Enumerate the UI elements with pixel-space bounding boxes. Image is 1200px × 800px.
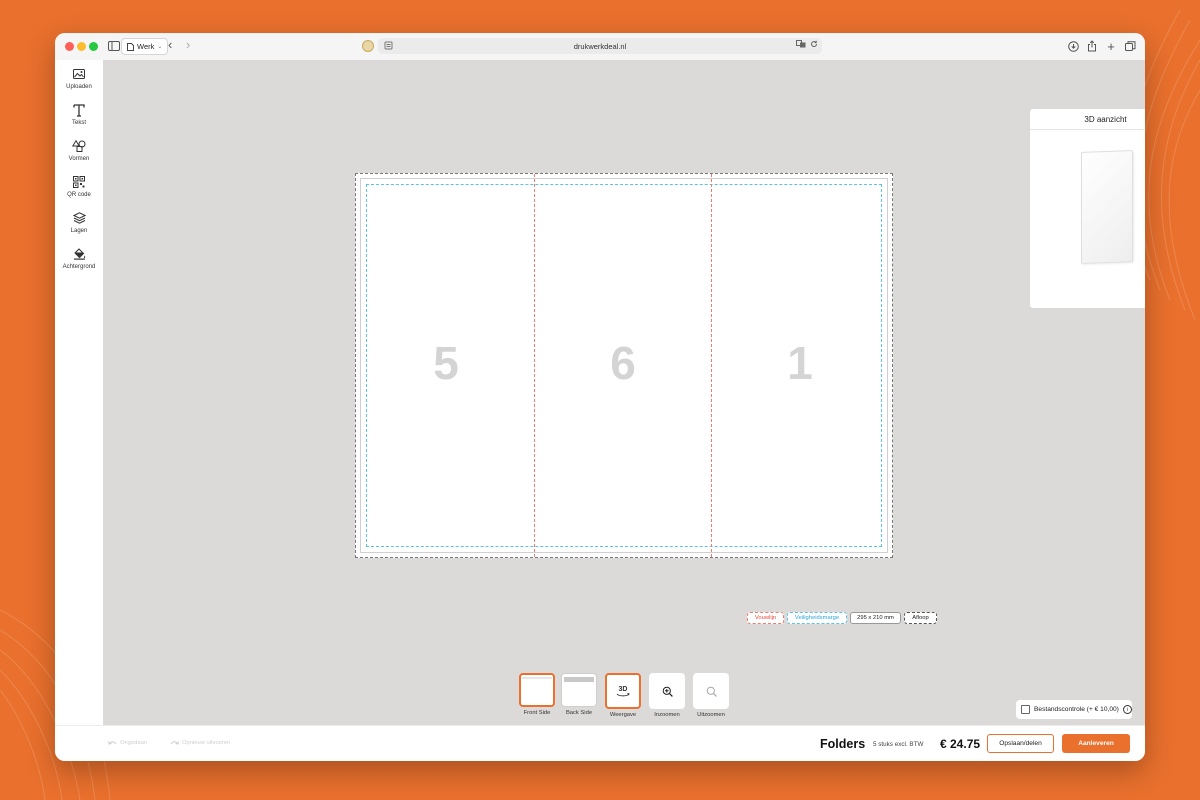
site-favicon-icon	[362, 40, 374, 52]
editor-content: Uploaden Tekst Vormen QR code Lagen Acht…	[55, 60, 1145, 761]
zoom-in-icon	[662, 686, 673, 697]
tool-label: QR code	[67, 192, 91, 198]
maximize-window-button[interactable]	[89, 42, 98, 51]
info-icon[interactable]: i	[1122, 705, 1132, 714]
redo-label: Opnieuw uitvoeren	[182, 740, 231, 746]
fold-line	[534, 174, 535, 557]
zoom-in-button[interactable]: Inzoomen	[649, 673, 685, 718]
undo-label: Ongedaan	[120, 740, 148, 746]
back-side-button[interactable]: Back Side	[561, 673, 597, 716]
zoom-in-label: Inzoomen	[654, 712, 680, 718]
3d-view-icon: 3D	[616, 686, 630, 697]
translate-icon[interactable]	[796, 40, 806, 48]
legend-fold-line: Vouwlijn	[747, 612, 784, 624]
price: € 24.75	[940, 737, 981, 751]
page-icon	[127, 42, 134, 51]
paint-bucket-icon	[72, 247, 86, 261]
undo-button[interactable]: Ongedaan	[108, 740, 147, 746]
legend-bleed: Afloop	[904, 612, 937, 624]
layers-icon	[72, 211, 86, 225]
tool-label: Vormen	[68, 156, 90, 162]
shapes-icon	[72, 139, 86, 153]
folder-sheet[interactable]: 5 6 1	[355, 173, 893, 558]
text-icon	[72, 103, 86, 117]
zoom-out-control[interactable]	[693, 673, 729, 709]
design-canvas[interactable]: 5 6 1 Vouwlijn Veiligheidsmarge 295 x 21…	[103, 60, 1145, 726]
undo-icon	[108, 741, 117, 745]
front-side-button[interactable]: Front Side	[519, 673, 555, 716]
tab-group-selector[interactable]: Werk ⌄	[121, 38, 169, 55]
reload-icon[interactable]	[810, 40, 818, 48]
product-name: Folders	[820, 737, 866, 751]
tab-overview-icon[interactable]	[1123, 39, 1137, 53]
tool-qr-code[interactable]: QR code	[55, 175, 103, 198]
tool-label: Achtergrond	[62, 264, 96, 270]
view-label: Weergave	[609, 712, 637, 718]
tool-text[interactable]: Tekst	[55, 103, 103, 126]
legend-safety-margin: Veiligheidsmarge	[787, 612, 847, 624]
zoom-in-control[interactable]	[649, 673, 685, 709]
save-share-button[interactable]: Opslaan/delen	[987, 734, 1054, 753]
panel-number: 1	[787, 337, 813, 389]
address-text: drukwerkdeal.nl	[573, 41, 627, 51]
tool-upload[interactable]: Uploaden	[55, 67, 103, 90]
browser-window: Werk ⌄ ‹ › drukwerkdeal.nl + Uploaden Te…	[55, 33, 1145, 761]
image-upload-icon	[72, 67, 86, 81]
download-icon[interactable]	[1066, 39, 1080, 53]
deliver-button[interactable]: Aanleveren	[1062, 734, 1130, 753]
back-side-label: Back Side	[565, 710, 593, 716]
3d-preview-title: 3D aanzicht	[1030, 109, 1145, 130]
chevron-down-icon: ⌄	[157, 44, 163, 50]
file-check-label: Bestandscontrole (+ € 10,00)	[1034, 706, 1119, 713]
tool-sidebar: Uploaden Tekst Vormen QR code Lagen Acht…	[55, 60, 104, 726]
tool-label: Tekst	[71, 120, 86, 126]
qr-code-icon	[72, 175, 86, 189]
quantity-info: 5 stuks excl. BTW	[873, 741, 924, 748]
tool-label: Lagen	[70, 228, 88, 234]
forward-arrow-icon[interactable]: ›	[186, 37, 190, 52]
zoom-out-button[interactable]: Uitzoomen	[693, 673, 729, 718]
front-side-label: Front Side	[523, 710, 551, 716]
tool-background[interactable]: Achtergrond	[55, 247, 103, 270]
legend-size: 295 x 210 mm	[850, 612, 901, 624]
3d-preview-sheet	[1081, 150, 1133, 264]
file-check-checkbox[interactable]	[1021, 705, 1030, 714]
minimize-window-button[interactable]	[77, 42, 86, 51]
3d-preview-panel: 3D aanzicht	[1029, 108, 1145, 309]
page-settings-icon[interactable]	[384, 41, 393, 50]
browser-titlebar: Werk ⌄ ‹ › drukwerkdeal.nl +	[55, 33, 1145, 61]
tool-shapes[interactable]: Vormen	[55, 139, 103, 162]
tool-label: Uploaden	[66, 84, 92, 90]
sidebar-toggle-icon[interactable]	[107, 40, 121, 52]
view-3d-toggle[interactable]: 3D	[605, 673, 641, 709]
address-bar[interactable]: drukwerkdeal.nl	[378, 38, 822, 54]
back-side-thumbnail[interactable]	[561, 673, 597, 707]
panel-number: 6	[610, 337, 636, 389]
share-icon[interactable]	[1085, 39, 1099, 53]
redo-button[interactable]: Opnieuw uitvoeren	[170, 740, 230, 746]
back-arrow-icon[interactable]: ‹	[168, 37, 172, 52]
front-side-thumbnail[interactable]	[519, 673, 555, 707]
redo-icon	[170, 741, 179, 745]
zoom-out-icon	[706, 686, 717, 697]
footer-bar: Ongedaan Opnieuw uitvoeren Folders 5 stu…	[55, 725, 1145, 761]
panel-number: 5	[433, 337, 459, 389]
file-check-option[interactable]: Bestandscontrole (+ € 10,00) i	[1016, 700, 1132, 719]
view-3d-button[interactable]: 3D Weergave	[605, 673, 641, 718]
tool-layers[interactable]: Lagen	[55, 211, 103, 234]
new-tab-icon[interactable]: +	[1104, 39, 1118, 54]
fold-line	[711, 174, 712, 557]
close-window-button[interactable]	[65, 42, 74, 51]
tab-group-label: Werk	[137, 42, 155, 51]
zoom-out-label: Uitzoomen	[697, 712, 725, 718]
